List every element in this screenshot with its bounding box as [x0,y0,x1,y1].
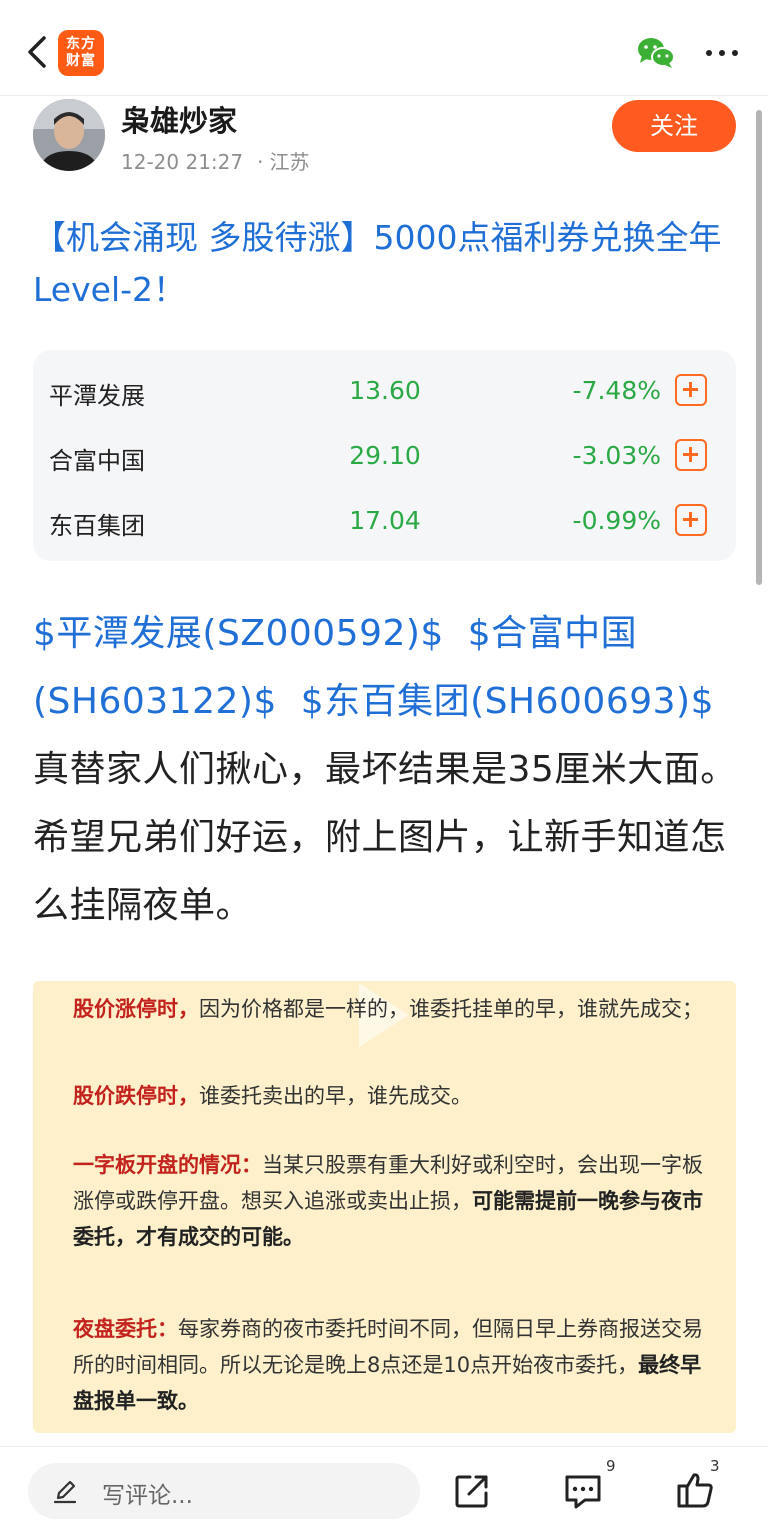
thumbs-up-icon [677,1473,713,1508]
stock-link[interactable]: $东百集团(SH600693)$ [301,681,714,722]
more-dot-icon [732,50,738,56]
more-dot-icon [706,50,712,56]
top-nav-bar: 东方 财富 [0,0,768,96]
add-watchlist-icon[interactable] [675,439,707,471]
comment-count: 9 [606,1457,616,1475]
avatar-image [33,99,105,171]
stock-row[interactable]: 平潭发展 13.60 -7.48% [33,358,736,422]
app-logo: 东方 财富 [58,30,104,76]
image-highlight: 夜盘委托： [73,1317,178,1341]
more-options-button[interactable] [704,40,740,64]
author-avatar[interactable] [33,99,105,171]
image-paragraph: 股价跌停时，谁委托卖出的早，谁先成交。 [73,1078,713,1114]
more-dot-icon [719,50,725,56]
related-stocks-card: 平潭发展 13.60 -7.48% 合富中国 29.10 -3.03% 东百集团… [33,350,736,561]
like-button[interactable] [675,1470,719,1514]
image-highlight: 一字板开盘的情况： [73,1153,262,1177]
stock-price: 17.04 [349,506,421,535]
stock-name: 平潭发展 [49,382,145,410]
bottom-action-bar: 写评论... 9 3 [0,1446,768,1536]
add-watchlist-icon[interactable] [675,374,707,406]
post-location: 江苏 [269,150,310,174]
stock-price: 29.10 [349,441,421,470]
pencil-icon [53,1480,77,1504]
post-body: $平潭发展(SZ000592)$ $合富中国(SH603122)$ $东百集团(… [33,600,743,940]
comment-input[interactable]: 写评论... [28,1463,420,1519]
stock-row[interactable]: 东百集团 17.04 -0.99% [33,488,736,552]
scrollbar-thumb[interactable] [756,110,762,585]
stock-change: -7.48% [572,376,661,405]
image-paragraph: 股价涨停时，因为价格都是一样的，谁委托挂单的早，谁就先成交； [73,991,713,1027]
image-paragraph: 夜盘委托：每家券商的夜市委托时间不同，但隔日早上券商报送交易所的时间相同。所以无… [73,1311,713,1419]
author-name[interactable]: 枭雄炒家 [121,98,237,140]
back-button[interactable] [18,30,58,74]
stock-link[interactable]: $平潭发展(SZ000592)$ [33,613,444,654]
chevron-left-icon [28,36,46,68]
comment-placeholder: 写评论... [102,1483,193,1509]
image-highlight: 股价跌停时， [73,1084,199,1108]
post-title[interactable]: 【机会涌现 多股待涨】5000点福利券兑换全年Level-2！ [33,212,738,316]
stock-name: 合富中国 [49,447,145,475]
comment-icon [565,1475,601,1509]
stock-name: 东百集团 [49,512,145,540]
stock-change: -3.03% [572,441,661,470]
post-meta: 12-20 21:27 · 江苏 [121,146,309,175]
meta-separator: · [257,150,264,174]
image-text: 因为价格都是一样的，谁委托挂单的早，谁就先成交； [199,997,703,1021]
stock-price: 13.60 [349,376,421,405]
like-count: 3 [710,1457,720,1475]
image-highlight: 股价涨停时， [73,997,199,1021]
wechat-icon [638,38,675,68]
stock-change: -0.99% [572,506,661,535]
share-button[interactable] [452,1471,492,1511]
stock-row[interactable]: 合富中国 29.10 -3.03% [33,423,736,487]
share-icon [455,1475,488,1508]
follow-button[interactable]: 关注 [612,100,736,152]
add-watchlist-icon[interactable] [675,504,707,536]
post-body-text: 真替家人们揪心，最坏结果是35厘米大面。希望兄弟们好运，附上图片，让新手知道怎么… [33,749,737,926]
post-image[interactable]: 股价涨停时，因为价格都是一样的，谁委托挂单的早，谁就先成交； 股价跌停时，谁委托… [33,981,736,1433]
post-time: 12-20 21:27 [121,150,244,174]
wechat-share-button[interactable] [636,36,676,70]
comment-button[interactable] [563,1471,607,1515]
image-paragraph: 一字板开盘的情况：当某只股票有重大利好或利空时，会出现一字板涨停或跌停开盘。想买… [73,1147,713,1255]
image-text: 谁委托卖出的早，谁先成交。 [199,1084,472,1108]
